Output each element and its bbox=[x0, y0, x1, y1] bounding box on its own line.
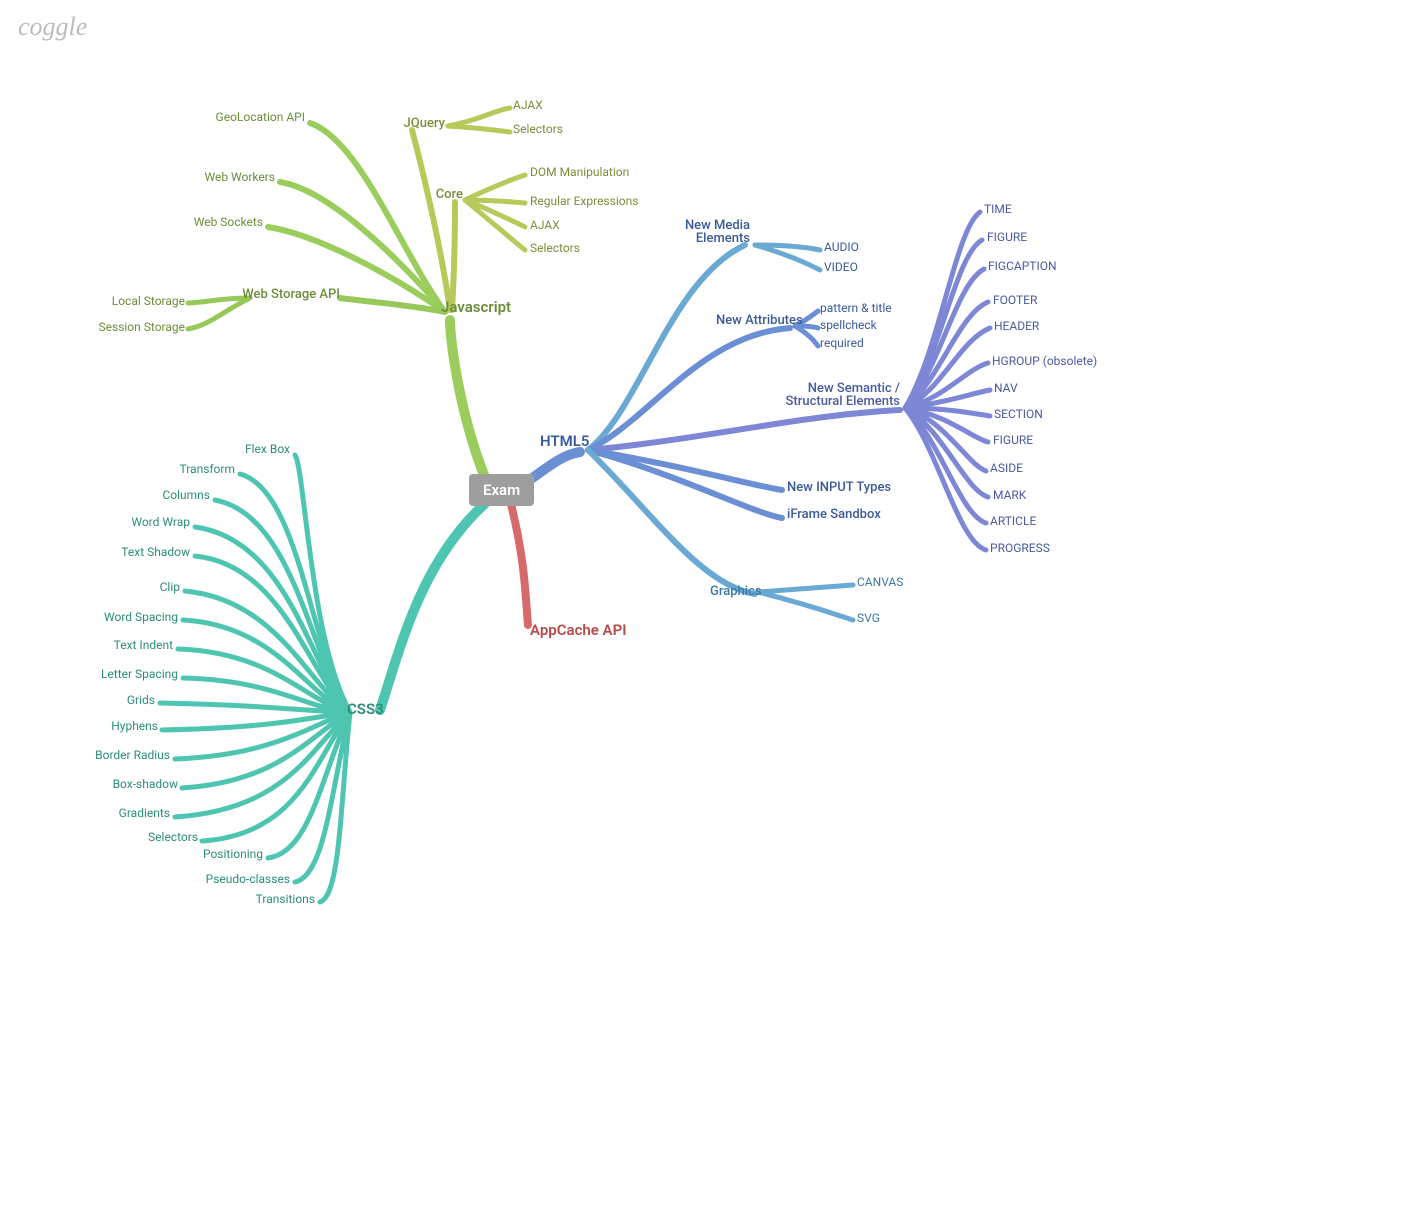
root-node[interactable]: Exam bbox=[469, 474, 534, 506]
branch-appcache[interactable]: AppCache API bbox=[530, 621, 627, 639]
leaf-header[interactable]: HEADER bbox=[994, 319, 1039, 333]
leaf-article[interactable]: ARTICLE bbox=[990, 514, 1036, 528]
leaf-jquery-selectors[interactable]: Selectors bbox=[513, 122, 563, 136]
node-graphics[interactable]: Graphics bbox=[710, 584, 762, 599]
node-core[interactable]: Core bbox=[408, 187, 463, 202]
leaf-required[interactable]: required bbox=[820, 336, 864, 350]
leaf-figure[interactable]: FIGURE bbox=[987, 230, 1027, 244]
leaf-css-selectors[interactable]: Selectors bbox=[90, 830, 198, 844]
leaf-section[interactable]: SECTION bbox=[994, 407, 1043, 421]
leaf-local-storage[interactable]: Local Storage bbox=[70, 294, 185, 308]
leaf-flexbox[interactable]: Flex Box bbox=[175, 442, 290, 456]
node-jquery[interactable]: JQuery bbox=[370, 116, 445, 131]
leaf-hgroup[interactable]: HGROUP (obsolete) bbox=[992, 354, 1097, 368]
branch-html5[interactable]: HTML5 bbox=[540, 432, 589, 450]
leaf-spellcheck[interactable]: spellcheck bbox=[820, 318, 877, 332]
branch-css3[interactable]: CSS3 bbox=[347, 700, 384, 718]
leaf-core-selectors[interactable]: Selectors bbox=[530, 241, 580, 255]
leaf-clip[interactable]: Clip bbox=[95, 580, 180, 594]
leaf-nav[interactable]: NAV bbox=[994, 381, 1018, 395]
leaf-word-spacing[interactable]: Word Spacing bbox=[45, 610, 178, 624]
leaf-gradients[interactable]: Gradients bbox=[60, 806, 170, 820]
leaf-transform[interactable]: Transform bbox=[115, 462, 235, 476]
branch-javascript[interactable]: Javascript bbox=[441, 298, 511, 316]
leaf-pseudo-classes[interactable]: Pseudo-classes bbox=[145, 872, 290, 886]
node-new-attributes[interactable]: New Attributes bbox=[716, 313, 803, 328]
leaf-mark[interactable]: MARK bbox=[993, 488, 1026, 502]
leaf-web-workers[interactable]: Web Workers bbox=[135, 170, 275, 184]
leaf-web-sockets[interactable]: Web Sockets bbox=[130, 215, 263, 229]
leaf-figcaption[interactable]: FIGCAPTION bbox=[988, 259, 1057, 273]
leaf-time[interactable]: TIME bbox=[984, 202, 1012, 216]
node-web-storage[interactable]: Web Storage API bbox=[185, 287, 340, 302]
leaf-hyphens[interactable]: Hyphens bbox=[50, 719, 158, 733]
leaf-text-shadow[interactable]: Text Shadow bbox=[60, 545, 190, 559]
leaf-core-ajax[interactable]: AJAX bbox=[530, 218, 560, 232]
leaf-grids[interactable]: Grids bbox=[70, 693, 155, 707]
leaf-dom-manipulation[interactable]: DOM Manipulation bbox=[530, 165, 629, 179]
leaf-jquery-ajax[interactable]: AJAX bbox=[513, 98, 543, 112]
leaf-iframe-sandbox[interactable]: iFrame Sandbox bbox=[787, 507, 881, 522]
leaf-audio[interactable]: AUDIO bbox=[824, 240, 859, 254]
leaf-positioning[interactable]: Positioning bbox=[140, 847, 263, 861]
leaf-columns[interactable]: Columns bbox=[100, 488, 210, 502]
leaf-regex[interactable]: Regular Expressions bbox=[530, 194, 638, 208]
leaf-text-indent[interactable]: Text Indent bbox=[55, 638, 173, 652]
leaf-aside[interactable]: ASIDE bbox=[990, 461, 1023, 475]
leaf-box-shadow[interactable]: Box-shadow bbox=[55, 777, 178, 791]
leaf-video[interactable]: VIDEO bbox=[824, 260, 858, 274]
leaf-progress[interactable]: PROGRESS bbox=[990, 541, 1050, 555]
node-semantic-2: Structural Elements bbox=[740, 394, 900, 409]
leaf-letter-spacing[interactable]: Letter Spacing bbox=[45, 667, 178, 681]
leaf-canvas[interactable]: CANVAS bbox=[857, 575, 903, 589]
leaf-pattern-title[interactable]: pattern & title bbox=[820, 301, 892, 315]
leaf-session-storage[interactable]: Session Storage bbox=[60, 320, 185, 334]
leaf-svg[interactable]: SVG bbox=[857, 611, 880, 625]
node-new-media-2: Elements bbox=[640, 231, 750, 246]
leaf-word-wrap[interactable]: Word Wrap bbox=[75, 515, 190, 529]
leaf-footer[interactable]: FOOTER bbox=[993, 293, 1037, 307]
leaf-geolocation[interactable]: GeoLocation API bbox=[150, 110, 305, 124]
leaf-border-radius[interactable]: Border Radius bbox=[35, 748, 170, 762]
leaf-new-input-types[interactable]: New INPUT Types bbox=[787, 480, 891, 495]
leaf-figure2[interactable]: FIGURE bbox=[993, 433, 1033, 447]
leaf-transitions[interactable]: Transitions bbox=[200, 892, 315, 906]
